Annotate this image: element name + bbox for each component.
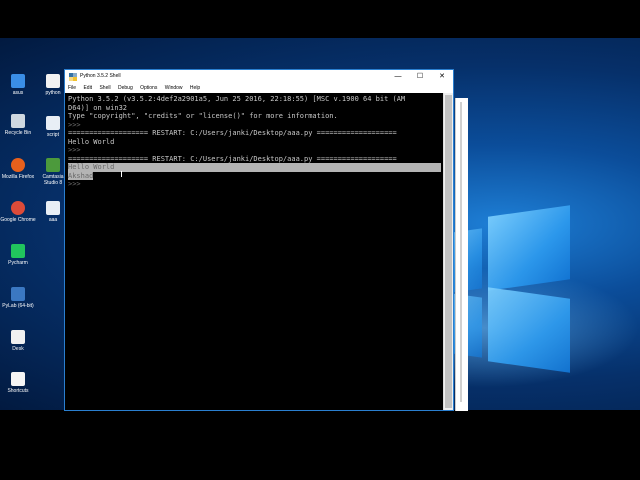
vertical-scrollbar[interactable] bbox=[443, 93, 453, 410]
window-title: Python 3.5.2 Shell bbox=[80, 73, 121, 79]
console-restart-line: =================== RESTART: C:/Users/ja… bbox=[68, 129, 397, 137]
asus-icon bbox=[11, 74, 25, 88]
desktop-icon-asus[interactable]: asus bbox=[0, 74, 36, 96]
console-prompt[interactable]: >>> bbox=[68, 180, 441, 189]
console-restart-line: =================== RESTART: C:/Users/ja… bbox=[68, 154, 397, 163]
desktop-icon-label: Shortcuts bbox=[7, 388, 29, 394]
maximize-button[interactable]: ☐ bbox=[409, 70, 431, 84]
selected-text: Akshad bbox=[68, 171, 94, 180]
camtasia-icon bbox=[46, 158, 60, 172]
desktop-icon-label: Pycharm bbox=[8, 260, 28, 266]
background-window-scrollbar bbox=[460, 102, 462, 402]
desktop-icon-label: Google Chrome bbox=[0, 217, 36, 223]
minimize-button[interactable]: — bbox=[387, 70, 409, 84]
background-window-edge[interactable] bbox=[455, 98, 468, 411]
menu-debug[interactable]: Debug bbox=[118, 85, 133, 91]
menu-options[interactable]: Options bbox=[140, 85, 157, 91]
desktop-icon-chrome[interactable]: Google Chrome bbox=[0, 201, 36, 223]
shell-console[interactable]: Python 3.5.2 (v3.5.2:4def2a2901a5, Jun 2… bbox=[65, 93, 444, 410]
file-icon bbox=[46, 116, 60, 130]
desktop-icon-firefox[interactable]: Mozilla Firefox bbox=[0, 158, 36, 180]
menu-edit[interactable]: Edit bbox=[83, 85, 92, 91]
desktop-icon-label: asus bbox=[12, 90, 24, 96]
console-output: Hello World bbox=[68, 137, 115, 146]
menu-bar: File Edit Shell Debug Options Window Hel… bbox=[65, 84, 453, 93]
console-prompt: >>> bbox=[68, 120, 85, 129]
file-icon bbox=[46, 74, 60, 88]
desktop-icon-recycle-bin[interactable]: Recycle Bin bbox=[0, 114, 36, 136]
desktop-icon-label: PyLab (64-bit) bbox=[2, 303, 34, 309]
menu-help[interactable]: Help bbox=[190, 85, 200, 91]
scrollbar-thumb[interactable] bbox=[445, 95, 452, 408]
menu-file[interactable]: File bbox=[68, 85, 76, 91]
pylab-icon bbox=[11, 287, 25, 301]
desktop-icon-pylab[interactable]: PyLab (64-bit) bbox=[0, 287, 36, 309]
menu-window[interactable]: Window bbox=[165, 85, 183, 91]
title-bar[interactable]: Python 3.5.2 Shell — ☐ ✕ bbox=[65, 70, 453, 84]
menu-shell[interactable]: Shell bbox=[99, 85, 110, 91]
pycharm-icon bbox=[11, 244, 25, 258]
recycle-bin-icon bbox=[11, 114, 25, 128]
python-shell-window[interactable]: Python 3.5.2 Shell — ☐ ✕ File Edit Shell… bbox=[64, 69, 454, 411]
python-file-icon bbox=[46, 201, 60, 215]
desktop-icon-label: Desk bbox=[12, 346, 24, 352]
console-output-selected: Akshad bbox=[68, 171, 441, 181]
close-button[interactable]: ✕ bbox=[431, 70, 453, 84]
desktop-icon-desk[interactable]: Desk bbox=[0, 330, 36, 352]
console-line: D64)] on win32 bbox=[68, 103, 128, 112]
console-line: Type "copyright", "credits" or "license(… bbox=[68, 112, 338, 120]
text-cursor-icon bbox=[121, 171, 122, 177]
desktop-icon-pycharm[interactable]: Pycharm bbox=[0, 244, 36, 266]
console-prompt: >>> bbox=[68, 146, 85, 154]
desktop-icon-shortcuts[interactable]: Shortcuts bbox=[0, 372, 36, 394]
desktop-icon-label: Recycle Bin bbox=[4, 130, 32, 136]
file-icon bbox=[11, 330, 25, 344]
folder-icon bbox=[11, 372, 25, 386]
console-output-selected: Hello World bbox=[68, 163, 441, 172]
console-line: Python 3.5.2 (v3.5.2:4def2a2901a5, Jun 2… bbox=[68, 95, 406, 103]
selected-text: Hello World bbox=[68, 163, 441, 172]
python-icon bbox=[69, 73, 77, 81]
chrome-icon bbox=[11, 201, 25, 215]
firefox-icon bbox=[11, 158, 25, 172]
desktop-icon-label: Mozilla Firefox bbox=[1, 174, 35, 180]
